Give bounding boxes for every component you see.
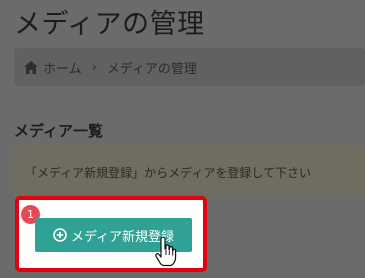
plus-circle-icon — [53, 228, 67, 242]
info-alert: 「メディア新規登録」からメディアを登録して下さい — [14, 146, 365, 198]
breadcrumb-home-link[interactable]: ホーム — [43, 58, 82, 77]
section-heading: メディア一覧 — [14, 122, 103, 140]
breadcrumb-current: メディアの管理 — [106, 61, 197, 77]
breadcrumb: ホーム › メディアの管理 — [14, 48, 365, 86]
alert-message: 「メディア新規登録」からメディアを登録して下さい — [25, 165, 311, 180]
hand-pointer-icon — [155, 236, 177, 267]
breadcrumb-separator: › — [91, 59, 97, 75]
home-icon — [24, 60, 38, 74]
page-title: メディアの管理 — [14, 9, 205, 40]
